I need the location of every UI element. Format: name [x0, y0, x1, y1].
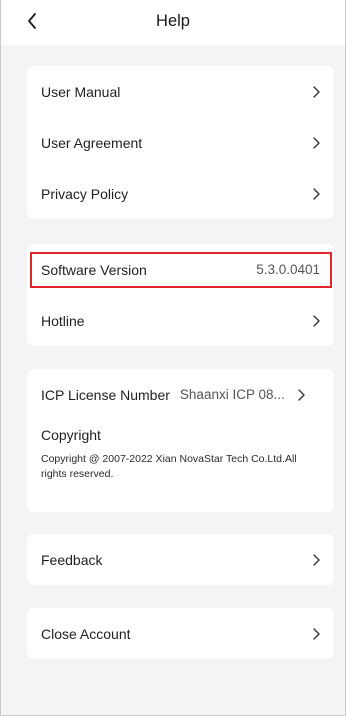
icp-license-row[interactable]: ICP License Number Shaanxi ICP 08... — [27, 369, 334, 420]
chevron-right-icon — [308, 314, 320, 328]
copyright-text: Copyright @ 2007-2022 Xian NovaStar Tech… — [41, 453, 297, 480]
software-version-value: 5.3.0.0401 — [256, 262, 320, 277]
software-version-row: Software Version 5.3.0.0401 — [27, 244, 334, 295]
icp-license-label: ICP License Number — [41, 386, 170, 403]
feedback-row[interactable]: Feedback — [27, 534, 334, 585]
license-card: ICP License Number Shaanxi ICP 08... Cop… — [27, 369, 334, 512]
version-card: Software Version 5.3.0.0401 Hotline — [27, 244, 334, 346]
user-agreement-label: User Agreement — [41, 134, 143, 151]
chevron-right-icon — [308, 187, 320, 201]
hotline-row[interactable]: Hotline — [27, 295, 334, 346]
privacy-policy-label: Privacy Policy — [41, 185, 129, 202]
copyright-title: Copyright — [41, 427, 101, 443]
user-agreement-row[interactable]: User Agreement — [27, 117, 334, 168]
feedback-label: Feedback — [41, 551, 103, 568]
close-account-card: Close Account — [27, 608, 334, 659]
page-title: Help — [156, 12, 190, 30]
chevron-right-icon — [308, 627, 320, 641]
user-manual-label: User Manual — [41, 83, 121, 100]
software-version-label: Software Version — [41, 261, 147, 278]
privacy-policy-row[interactable]: Privacy Policy — [27, 168, 334, 219]
icp-license-value: Shaanxi ICP 08... — [179, 387, 285, 402]
chevron-right-icon — [308, 553, 320, 567]
feedback-card: Feedback — [27, 534, 334, 585]
chevron-right-icon — [293, 388, 305, 402]
chevron-right-icon — [308, 85, 320, 99]
user-manual-row[interactable]: User Manual — [27, 66, 334, 117]
chevron-right-icon — [308, 136, 320, 150]
close-account-label: Close Account — [41, 625, 131, 642]
hotline-label: Hotline — [41, 312, 85, 329]
close-account-row[interactable]: Close Account — [27, 608, 334, 659]
docs-card: User Manual User Agreement Privacy Polic… — [27, 66, 334, 219]
top-bar: Help — [1, 0, 345, 45]
